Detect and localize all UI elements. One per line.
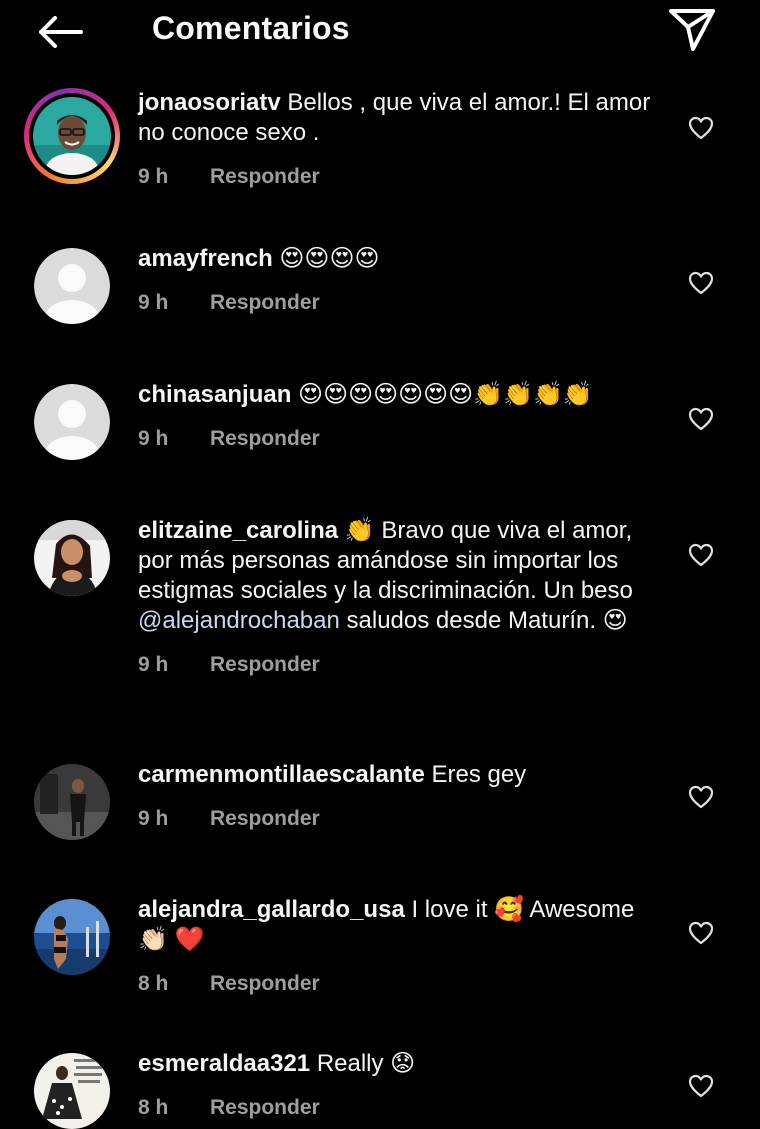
like-button[interactable] (684, 1069, 718, 1103)
reply-button[interactable]: Responder (210, 162, 320, 192)
avatar-photo (34, 899, 110, 975)
comment-meta: 9 h Responder (138, 424, 658, 454)
default-avatar-icon (34, 384, 110, 460)
comment-time: 9 h (138, 653, 169, 676)
avatar-photo (34, 520, 110, 596)
comment-username[interactable]: amayfrench (138, 245, 273, 272)
default-avatar-icon (34, 248, 110, 324)
comment-time: 9 h (138, 165, 169, 188)
arrow-left-icon (39, 16, 83, 48)
avatar[interactable] (34, 899, 110, 975)
avatar[interactable] (24, 88, 120, 184)
comment-text: saludos desde Maturín. 😍 (346, 607, 628, 634)
like-button[interactable] (684, 538, 718, 572)
comment-username[interactable]: esmeraldaa321 (138, 1050, 310, 1077)
comment-time: 8 h (138, 972, 169, 995)
avatar[interactable] (34, 520, 110, 596)
comment-time: 9 h (138, 291, 169, 314)
heart-icon (688, 785, 714, 809)
comment-meta: 9 h Responder (138, 162, 658, 192)
comment-time: 9 h (138, 427, 169, 450)
share-button[interactable] (664, 4, 720, 54)
avatar-photo (34, 1053, 110, 1129)
avatar[interactable] (34, 248, 110, 324)
heart-icon (688, 116, 714, 140)
heart-icon (688, 271, 714, 295)
like-button[interactable] (684, 402, 718, 436)
comment-meta: 9 h Responder (138, 650, 658, 680)
comment-username[interactable]: carmenmontillaescalante (138, 761, 425, 788)
reply-button[interactable]: Responder (210, 288, 320, 318)
comment-username[interactable]: jonaosoriatv (138, 89, 281, 116)
like-button[interactable] (684, 266, 718, 300)
comment-text: 😍😍😍😍😍😍😍👏👏👏👏 (298, 381, 593, 408)
heart-icon (688, 921, 714, 945)
top-bar: Comentarios (0, 0, 760, 62)
back-button[interactable] (30, 8, 90, 56)
comment-meta: 8 h Responder (138, 1093, 658, 1123)
comment-time: 9 h (138, 807, 169, 830)
page-title: Comentarios (152, 10, 350, 46)
heart-icon (688, 543, 714, 567)
comment-text: Really 😟 (316, 1050, 416, 1077)
comment-meta: 9 h Responder (138, 288, 658, 318)
comment-meta: 9 h Responder (138, 804, 658, 834)
avatar[interactable] (34, 1053, 110, 1129)
reply-button[interactable]: Responder (210, 804, 320, 834)
reply-button[interactable]: Responder (210, 1093, 320, 1123)
like-button[interactable] (684, 111, 718, 145)
heart-icon (688, 1074, 714, 1098)
comment-text: 😍😍😍😍 (279, 245, 380, 272)
avatar[interactable] (34, 764, 110, 840)
mention-link[interactable]: @alejandrochaban (138, 607, 340, 634)
reply-button[interactable]: Responder (210, 424, 320, 454)
comment-username[interactable]: chinasanjuan (138, 381, 291, 408)
paper-plane-icon (669, 9, 715, 51)
avatar[interactable] (34, 384, 110, 460)
comment-username[interactable]: elitzaine_carolina (138, 517, 338, 544)
comment-text: Eres gey (431, 761, 527, 788)
like-button[interactable] (684, 916, 718, 950)
reply-button[interactable]: Responder (210, 969, 320, 999)
avatar-photo (34, 764, 110, 840)
comment-username[interactable]: alejandra_gallardo_usa (138, 896, 405, 923)
like-button[interactable] (684, 780, 718, 814)
comment-meta: 8 h Responder (138, 969, 658, 999)
reply-button[interactable]: Responder (210, 650, 320, 680)
avatar-photo (33, 97, 111, 175)
comment-time: 8 h (138, 1096, 169, 1119)
story-ring (29, 93, 115, 179)
heart-icon (688, 407, 714, 431)
